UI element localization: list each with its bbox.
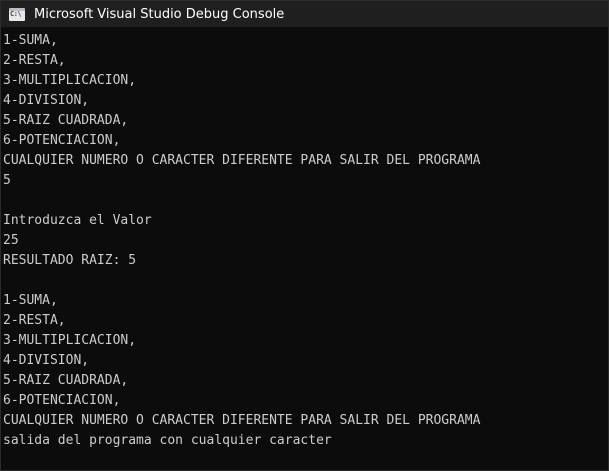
window-title: Microsoft Visual Studio Debug Console <box>34 6 285 22</box>
console-line: 1-SUMA, <box>3 293 58 308</box>
title-bar[interactable]: C:\ Microsoft Visual Studio Debug Consol… <box>1 1 608 27</box>
console-line: 5-RAIZ CUADRADA, <box>3 373 129 388</box>
console-line: 5-RAIZ CUADRADA, <box>3 113 129 128</box>
console-line: 25 <box>3 233 19 248</box>
console-line: 1-SUMA, <box>3 33 58 48</box>
console-line: 4-DIVISION, <box>3 353 90 368</box>
console-line: CUALQUIER NUMERO O CARACTER DIFERENTE PA… <box>3 413 481 428</box>
console-line: 2-RESTA, <box>3 313 66 328</box>
console-line: Introduzca el Valor <box>3 213 152 228</box>
console-app-icon-glyph: C:\ <box>10 9 22 18</box>
console-output[interactable]: 1-SUMA, 2-RESTA, 3-MULTIPLICACION, 4-DIV… <box>3 31 608 470</box>
console-line: RESULTADO RAIZ: 5 <box>3 253 137 268</box>
debug-console-window: C:\ Microsoft Visual Studio Debug Consol… <box>0 0 609 471</box>
console-line: salida del programa con cualquier caract… <box>3 433 332 448</box>
console-line: 6-POTENCIACION, <box>3 393 121 408</box>
console-line: CUALQUIER NUMERO O CARACTER DIFERENTE PA… <box>3 153 481 168</box>
console-line: 6-POTENCIACION, <box>3 133 121 148</box>
console-line: 4-DIVISION, <box>3 93 90 108</box>
console-line: 5 <box>3 173 11 188</box>
console-line: 3-MULTIPLICACION, <box>3 333 137 348</box>
console-line: 2-RESTA, <box>3 53 66 68</box>
console-app-icon: C:\ <box>9 7 25 21</box>
console-line: 3-MULTIPLICACION, <box>3 73 137 88</box>
